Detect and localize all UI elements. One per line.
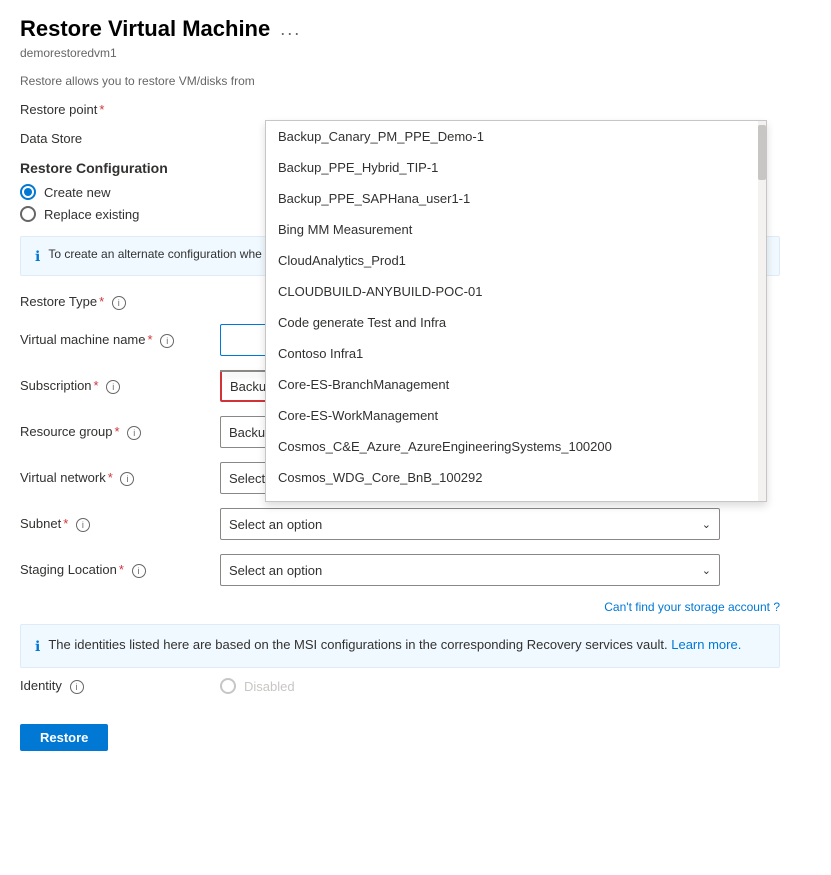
identity-disabled-indicator: Disabled [220,678,295,694]
bottom-banner-text: The identities listed here are based on … [48,637,741,652]
dropdown-scroll-area: Backup_Canary_PM_PPE_Demo-1Backup_PPE_Hy… [266,121,766,501]
staging-location-placeholder: Select an option [229,563,322,578]
resource-group-info-icon[interactable]: i [127,426,141,440]
resource-group-label: Resource group* i [20,424,220,440]
dropdown-item[interactable]: Bing MM Measurement [266,214,766,245]
radio-create-new-label: Create new [44,185,110,200]
virtual-network-label: Virtual network* i [20,470,220,486]
staging-location-dropdown[interactable]: Select an option ⌄ [220,554,720,586]
dropdown-item[interactable]: CLOUDBUILD-ANYBUILD-POC-01 [266,276,766,307]
subnet-chevron: ⌄ [702,518,711,531]
subscription-label: Subscription* i [20,378,220,394]
subnet-info-icon[interactable]: i [76,518,90,532]
scrollbar-track [758,121,766,501]
radio-create-new-circle[interactable] [20,184,36,200]
ellipsis-menu[interactable]: ... [280,19,301,40]
radio-replace-existing-label: Replace existing [44,207,139,222]
restore-button[interactable]: Restore [20,724,108,751]
dropdown-item[interactable]: Code generate Test and Infra [266,307,766,338]
dropdown-item[interactable]: Backup_Canary_PM_PPE_Demo-1 [266,121,766,152]
virtual-network-info-icon[interactable]: i [120,472,134,486]
info-banner-icon: ℹ [35,248,40,265]
dropdown-item[interactable]: Core-ES-BranchManagement [266,369,766,400]
subnet-dropdown[interactable]: Select an option ⌄ [220,508,720,540]
subscription-open-dropdown: Backup_Canary_PM_PPE_Demo-1Backup_PPE_Hy… [265,120,767,502]
learn-more-link[interactable]: Learn more. [671,637,741,652]
identity-info-icon[interactable]: i [70,680,84,694]
identity-radio-disabled [220,678,236,694]
bottom-banner-icon: ℹ [35,638,40,655]
info-banner-text: To create an alternate configuration whe [48,247,261,261]
radio-replace-existing-circle[interactable] [20,206,36,222]
restore-type-info-icon[interactable]: i [112,296,126,310]
scrollbar-thumb[interactable] [758,125,766,180]
restore-point-label: Restore point* [20,102,220,117]
dropdown-item[interactable]: Core-ES-WorkManagement [266,400,766,431]
dropdown-item[interactable]: Backup_PPE_Hybrid_TIP-1 [266,152,766,183]
page-description: Restore allows you to restore VM/disks f… [20,74,811,88]
dropdown-item[interactable]: CloudAnalytics_Prod1 [266,245,766,276]
identity-label: Identity i [20,678,220,694]
staging-location-info-icon[interactable]: i [132,564,146,578]
cant-find-storage-link[interactable]: Can't find your storage account ? [20,600,780,614]
vm-name-label: Virtual machine name* i [20,332,220,348]
dropdown-item[interactable]: Cosmos_C&E_Azure_AzureEngineeringSystems… [266,431,766,462]
identity-disabled-text: Disabled [244,679,295,694]
bottom-info-banner: ℹ The identities listed here are based o… [20,624,780,668]
vm-name-info-icon[interactable]: i [160,334,174,348]
vm-subtitle: demorestoredvm1 [20,46,811,60]
dropdown-item[interactable]: Contoso Infra1 [266,338,766,369]
staging-location-chevron: ⌄ [702,564,711,577]
restore-type-label: Restore Type* i [20,294,220,310]
dropdown-item[interactable]: Backup_PPE_SAPHana_user1-1 [266,183,766,214]
subscription-info-icon[interactable]: i [106,380,120,394]
dropdown-item[interactable]: Cosmos_WDG_Core_BnB_100292 [266,462,766,493]
page-title: Restore Virtual Machine [20,16,270,42]
staging-location-label: Staging Location* i [20,562,220,578]
subnet-placeholder: Select an option [229,517,322,532]
subnet-label: Subnet* i [20,516,220,532]
dropdown-item[interactable]: CRM-DEVTEST-Efun-IDC [266,493,766,501]
data-store-label: Data Store [20,131,220,146]
